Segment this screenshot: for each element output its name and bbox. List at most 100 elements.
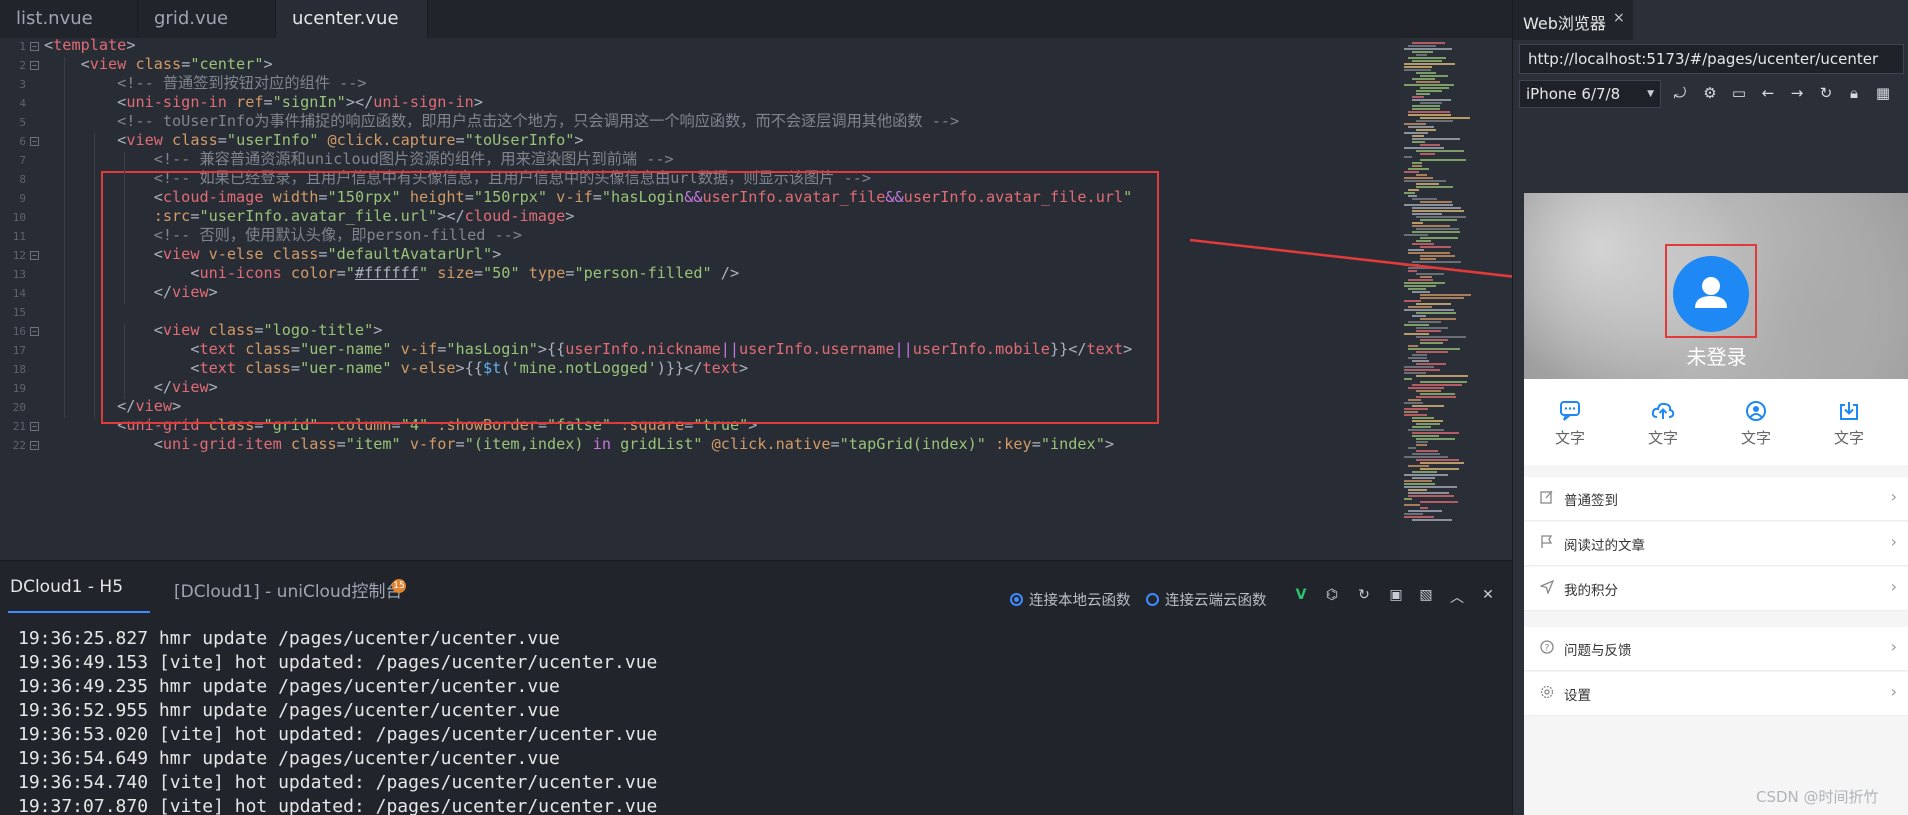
code-token: "signIn" [272,93,346,111]
minimap-line [1416,363,1446,365]
minimap-line [1420,393,1455,395]
code-line: <uni-grid-item class="item" v-for="(item… [44,433,1114,456]
minimap-line [1416,150,1464,152]
minimap-line [1412,417,1434,419]
minimap-line [1408,465,1429,467]
minimap-line [1412,96,1424,98]
radio-local-cloud-function[interactable]: 连接本地云函数 [1010,589,1131,610]
device-select[interactable]: iPhone 6/7/8 ▼ [1519,80,1661,108]
minimap-line [1416,90,1442,92]
highlight-box [101,171,1159,424]
minimap-line [1404,402,1423,404]
tab-console-h5[interactable]: DCloud1 - H5 [10,577,123,597]
fold-toggle-icon[interactable]: − [30,42,39,51]
minimap-line [1404,372,1426,374]
minimap-line [1412,165,1422,167]
minimap-line [1404,84,1454,86]
minimap-line [1420,462,1464,464]
minimap-line [1412,315,1426,317]
minimap-line [1412,222,1423,224]
qrcode-icon[interactable]: ▦ [1872,82,1894,104]
fold-toggle-icon[interactable]: − [30,61,39,70]
code-token: uni-sign-in [126,93,227,111]
menu-item-read-articles[interactable]: 阅读过的文章 › [1524,522,1908,566]
minimap-line [1412,60,1442,62]
console-line: 19:36:54.740 [vite] hot updated: /pages/… [18,772,658,793]
radio-checked-icon [1010,593,1023,606]
grid-item-contact[interactable]: 文字 [1710,401,1802,448]
minimap-line [1412,198,1437,200]
minimap-line [1420,318,1456,320]
minimap-line [1404,408,1428,410]
minimap-line [1404,204,1453,206]
code-token: :key [995,435,1032,453]
radio-remote-cloud-function[interactable]: 连接云端云函数 [1146,589,1267,610]
minimap-line [1408,447,1416,449]
minimap-line [1416,81,1440,83]
menu-item-points[interactable]: 我的积分 › [1524,567,1908,611]
url-input[interactable]: http://localhost:5173/#/pages/ucenter/uc… [1519,44,1904,74]
code-token: > [1104,435,1115,453]
help-icon: ? [1540,640,1554,654]
minimap-line [1408,348,1460,350]
grid-item-label: 文字 [1833,429,1864,447]
user-banner[interactable]: 未登录 [1524,193,1908,379]
tab-ucenter-vue[interactable]: ucenter.vue [276,0,428,38]
minimap-line [1412,360,1429,362]
grid-item-download[interactable]: 文字 [1803,401,1895,448]
rotate-icon[interactable]: ⤾ [1669,82,1691,104]
image-icon[interactable]: ▧ [1416,587,1436,603]
grid-item-chat[interactable]: 文字 [1524,401,1616,448]
devtools-icon[interactable]: ▭ [1728,82,1750,104]
menu-item-sign-in[interactable]: 普通签到 › [1524,477,1908,521]
line-number: 14 [12,287,26,300]
minimap-line [1404,132,1428,134]
minimap-line [1416,390,1441,392]
tab-unicloud-console[interactable]: [DCloud1] - uniCloud控制台 [174,577,403,602]
bug-icon[interactable]: ⌬ [1322,587,1342,603]
code-token: = [217,131,227,149]
fold-toggle-icon[interactable]: − [30,422,39,431]
tab-web-browser[interactable]: Web浏览器 × [1513,0,1633,40]
check-icon[interactable]: V [1291,587,1311,603]
reload-icon[interactable]: ↻ [1815,82,1837,104]
device-select-value: iPhone 6/7/8 [1526,85,1621,103]
minimap-line [1408,45,1436,47]
menu-item-settings[interactable]: 设置 › [1524,672,1908,716]
code-token: "center" [190,55,264,73]
close-icon[interactable]: × [1613,10,1625,26]
collapse-icon[interactable]: ︿ [1447,587,1467,607]
clear-icon[interactable]: ✕ [1478,587,1498,603]
code-token: = [455,435,465,453]
minimap-line [1404,171,1419,173]
tab-grid-vue[interactable]: grid.vue [138,0,276,38]
grid-item-upload[interactable]: 文字 [1617,401,1709,448]
stop-icon[interactable]: ▣ [1386,587,1406,603]
settings-icon[interactable]: ⚙ [1699,82,1721,104]
tab-list-nvue[interactable]: list.nvue [0,0,138,38]
code-token: ></ [345,93,374,111]
minimap-line [1416,54,1427,56]
refresh-icon[interactable]: ↻ [1354,587,1374,603]
minimap-line [1416,396,1456,398]
fold-toggle-icon[interactable]: − [30,251,39,260]
minimap-line [1412,78,1435,80]
menu-item-feedback[interactable]: ? 问题与反馈 › [1524,627,1908,671]
fold-toggle-icon[interactable]: − [30,327,39,336]
minimap-line [1404,504,1420,506]
forward-icon[interactable]: → [1786,82,1808,104]
fold-toggle-icon[interactable]: − [30,137,39,146]
minimap-line [1408,57,1446,59]
svg-text:?: ? [1545,644,1550,654]
minimap-line [1404,456,1448,458]
minimap-line [1420,219,1457,221]
lock-icon[interactable]: 🔒︎ [1843,82,1865,104]
radio-cloud-label: 连接云端云函数 [1165,593,1267,609]
back-icon[interactable]: ← [1757,82,1779,104]
dropdown-arrow-icon: ▼ [1647,89,1654,99]
minimap-line [1416,327,1448,329]
console-line: 19:36:25.827 hmr update /pages/ucenter/u… [18,628,560,649]
fold-toggle-icon[interactable]: − [30,441,39,450]
